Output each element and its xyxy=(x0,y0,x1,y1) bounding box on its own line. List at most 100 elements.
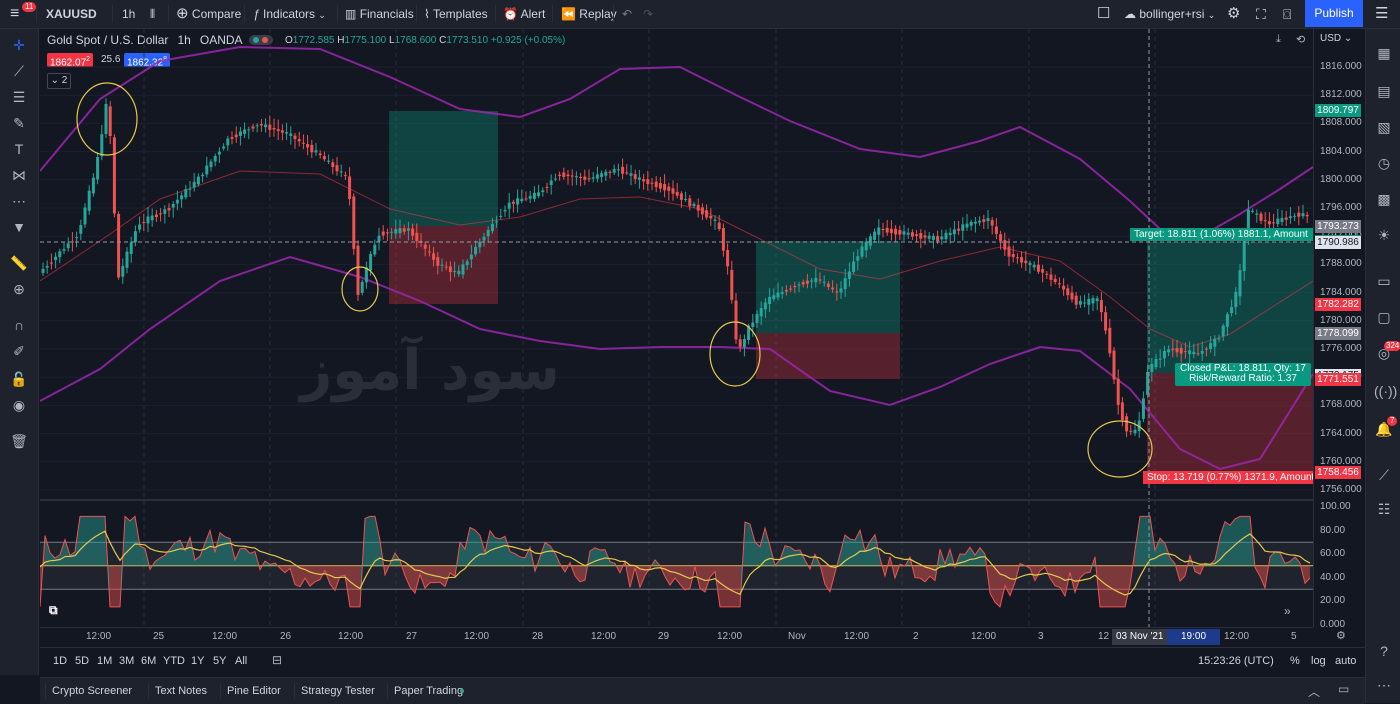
replay-button[interactable]: ⏪ Replay xyxy=(561,0,617,28)
hotlists-icon[interactable]: ◷ xyxy=(1374,153,1394,173)
lock-icon[interactable]: 🔓 xyxy=(9,369,29,389)
range-button-all[interactable]: All xyxy=(235,655,247,667)
tab-text-notes[interactable]: Text Notes xyxy=(155,678,207,704)
horizontal-lines-icon[interactable]: ☰ xyxy=(9,87,29,107)
rsi-fill xyxy=(240,548,245,566)
stop-label[interactable]: Stop: 13.719 (0.77%) 1371.9, Amount xyxy=(1143,471,1317,484)
publish-button[interactable]: Publish xyxy=(1305,0,1363,27)
tab-paper-trading[interactable]: Paper Trading xyxy=(394,678,463,704)
range-button-3m[interactable]: 3M xyxy=(119,655,134,667)
chevron-down-icon: ⌄ xyxy=(318,10,326,20)
candle-body xyxy=(684,198,688,200)
candle-body xyxy=(579,176,583,178)
candle-body xyxy=(814,277,818,283)
rsi-fill xyxy=(850,539,855,566)
price-axis[interactable]: USD ⌄ 1816.000 1812.000 1808.000 1804.000 18… xyxy=(1313,29,1366,642)
messages-icon[interactable]: ▢ xyxy=(1374,307,1394,327)
range-button-1y[interactable]: 1Y xyxy=(191,655,204,667)
eye-icon[interactable]: ◉ xyxy=(9,395,29,415)
tab-strategy-tester[interactable]: Strategy Tester xyxy=(301,678,375,704)
range-button-1d[interactable]: 1D xyxy=(53,655,67,667)
compare-button[interactable]: ⊕ Compare xyxy=(176,0,241,28)
templates-button[interactable]: ⌇ Templates xyxy=(424,0,488,28)
goto-date-icon[interactable]: ⊟ xyxy=(272,653,282,667)
layout-select-button[interactable]: ☁ bollinger+rsi ⌄ xyxy=(1124,0,1215,28)
prediction-icon[interactable]: ⋯ xyxy=(9,191,29,211)
data-window-icon[interactable]: ▧ xyxy=(1374,117,1394,137)
rsi-fill xyxy=(175,540,180,566)
zoom-in-icon[interactable]: ⊕ xyxy=(9,279,29,299)
ruler-icon[interactable]: 📏 xyxy=(9,253,29,273)
auto-scale-button[interactable]: auto xyxy=(1335,655,1356,667)
trend-line-icon[interactable]: ⟋ xyxy=(9,61,29,81)
candle-body xyxy=(751,322,755,328)
tab-crypto-screener[interactable]: Crypto Screener xyxy=(52,678,132,704)
range-button-1m[interactable]: 1M xyxy=(97,655,112,667)
settings-gear-icon[interactable]: ⚙ xyxy=(1227,0,1240,28)
interval-button[interactable]: 1h xyxy=(122,0,135,28)
log-scale-button[interactable]: log xyxy=(1311,655,1326,667)
streams-icon[interactable]: ((·)) xyxy=(1374,381,1397,401)
help-question-icon[interactable]: ? xyxy=(1374,641,1394,661)
collapse-panel-icon[interactable]: ︿ xyxy=(1308,683,1320,700)
candle-body xyxy=(789,288,793,290)
candle-body xyxy=(234,134,238,138)
ideas-lightbulb-icon[interactable]: ☀ xyxy=(1374,225,1394,245)
axis-settings-gear-icon[interactable]: ⚙ xyxy=(1336,629,1346,642)
menu-lines-icon[interactable]: ☰ xyxy=(1375,0,1388,28)
thumbs-down-icon[interactable]: ▼ xyxy=(9,217,29,237)
tab-pine-editor[interactable]: Pine Editor xyxy=(227,678,281,704)
calendar-icon[interactable]: ▩ xyxy=(1374,189,1394,209)
range-button-6m[interactable]: 6M xyxy=(141,655,156,667)
alert-button[interactable]: ⏰ Alert xyxy=(503,0,545,28)
depth-of-market-icon[interactable]: ☷ xyxy=(1374,499,1394,519)
undo-icon[interactable]: ↶ xyxy=(622,0,632,28)
indicators-button[interactable]: ƒ Indicators ⌄ xyxy=(253,0,326,28)
clock-time[interactable]: 15:23:26 (UTC) xyxy=(1198,655,1274,667)
rsi-fill xyxy=(1010,565,1015,596)
candle-body xyxy=(381,231,385,236)
candle-body xyxy=(427,251,431,253)
range-button-ytd[interactable]: YTD xyxy=(163,655,185,667)
watchlist-icon[interactable]: ▦ xyxy=(1374,43,1394,63)
range-button-5d[interactable]: 5D xyxy=(75,655,89,667)
candle-body xyxy=(658,183,662,189)
chart-style-icon[interactable]: ⫴ xyxy=(150,0,155,28)
more-options-icon[interactable]: ⋯ xyxy=(1374,675,1394,695)
maximize-panel-icon[interactable]: ▭ xyxy=(1338,682,1349,696)
target-label[interactable]: Target: 18.811 (1.06%) 1881.1, Amount xyxy=(1130,228,1317,241)
financials-button[interactable]: ▥ Financials xyxy=(345,0,414,28)
candle-body xyxy=(923,235,927,238)
time-axis[interactable]: 12:00 25 12:00 26 12:00 27 12:00 28 12:00 29 12:00… xyxy=(40,627,1313,647)
candle-body xyxy=(776,292,780,298)
tradingview-logo[interactable]: ⧉ xyxy=(49,603,67,617)
trash-icon[interactable]: 🗑 xyxy=(9,431,29,451)
text-icon[interactable]: T xyxy=(9,139,29,159)
redo-icon[interactable]: ↷ xyxy=(643,0,653,28)
news-icon[interactable]: ▤ xyxy=(1374,81,1394,101)
rsi-fill xyxy=(500,536,505,566)
fullscreen-icon[interactable]: ⛶ xyxy=(1256,0,1266,28)
chats-icon[interactable]: ▭ xyxy=(1374,271,1394,291)
candle-body xyxy=(780,292,784,294)
symbol-search-button[interactable]: XAUUSD xyxy=(46,0,97,28)
menu-icon[interactable]: ≡ xyxy=(10,0,19,28)
candle-body xyxy=(306,144,310,148)
rsi-fill xyxy=(220,532,225,566)
candle-body xyxy=(952,229,956,235)
lock-drawings-icon[interactable]: ✐ xyxy=(9,341,29,361)
crosshair-icon[interactable]: ✛ xyxy=(9,35,29,55)
price-chart[interactable]: سود آموز xyxy=(40,29,1313,627)
pattern-icon[interactable]: ⋈ xyxy=(9,165,29,185)
range-button-5y[interactable]: 5Y xyxy=(213,655,226,667)
trading-panel-icon[interactable]: ⟋ xyxy=(1374,465,1394,485)
layout-square-icon[interactable]: ☐ xyxy=(1097,0,1110,28)
scroll-right-icon[interactable]: » xyxy=(1284,604,1291,618)
currency-select[interactable]: USD ⌄ xyxy=(1320,33,1352,44)
brush-icon[interactable]: ✎ xyxy=(9,113,29,133)
position-target-zone xyxy=(389,111,498,226)
magnet-icon[interactable]: ∩ xyxy=(9,315,29,335)
percent-scale-button[interactable]: % xyxy=(1290,655,1300,667)
camera-icon[interactable]: ⌼ xyxy=(1283,0,1291,28)
time-tick-label: 12:00 xyxy=(212,631,238,642)
